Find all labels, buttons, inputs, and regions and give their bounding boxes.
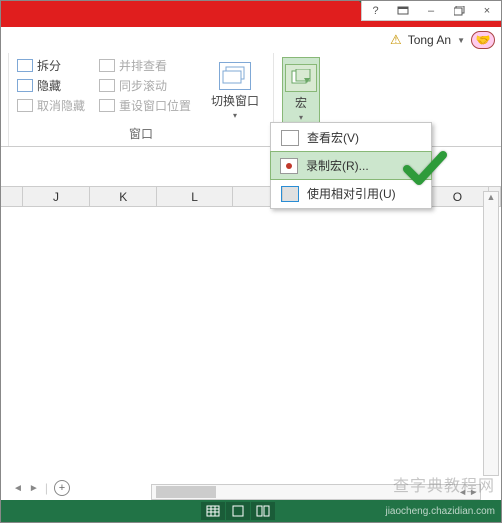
tab-scroll-left[interactable]: ◄ [13, 483, 23, 494]
switch-window-icon [219, 62, 251, 90]
record-macro-icon [280, 158, 298, 174]
cell[interactable] [297, 200, 298, 201]
hide-label: 隐藏 [37, 77, 61, 94]
sheet-tab-strip: ◄ ► | + [13, 480, 70, 496]
switch-window-button[interactable]: 切换窗口 ▾ [205, 57, 265, 125]
normal-view-button[interactable] [201, 502, 225, 520]
relative-ref-label: 使用相对引用(U) [307, 185, 396, 202]
user-name[interactable]: Tong An [408, 33, 451, 47]
help-button[interactable]: ? [361, 1, 389, 21]
column-header[interactable]: L [157, 187, 232, 206]
tab-scroll-right[interactable]: ► [29, 483, 39, 494]
column-header[interactable]: J [23, 187, 90, 206]
vscroll-up-arrow[interactable]: ▲ [484, 192, 498, 202]
reset-window-pos-button[interactable]: 重设窗口位置 [99, 97, 191, 114]
hscroll-left-arrow[interactable]: ◄ [458, 487, 467, 497]
record-macro-label: 录制宏(R)... [306, 157, 369, 174]
close-button[interactable]: × [473, 1, 501, 21]
switch-window-label: 切换窗口 [211, 92, 259, 109]
hide-button[interactable]: 隐藏 [17, 77, 85, 94]
restore-button[interactable] [445, 1, 473, 21]
status-bar [1, 500, 501, 522]
view-macros-icon [281, 130, 299, 146]
view-macros-label: 查看宏(V) [307, 129, 359, 146]
ribbon-display-options[interactable] [389, 1, 417, 21]
unhide-button[interactable]: 取消隐藏 [17, 97, 85, 114]
title-bar: ? – × [1, 1, 501, 27]
sync-scroll-button[interactable]: 同步滚动 [99, 77, 191, 94]
add-sheet-button[interactable]: + [54, 480, 70, 496]
page-layout-view-button[interactable] [226, 502, 250, 520]
view-macros-item[interactable]: 查看宏(V) [271, 123, 431, 152]
macros-icon [285, 64, 317, 92]
split-label: 拆分 [37, 57, 61, 74]
reset-pos-label: 重设窗口位置 [119, 97, 191, 114]
hscroll-right-arrow[interactable]: ► [469, 487, 478, 497]
window-group-label: 窗口 [17, 125, 265, 144]
split-button[interactable]: 拆分 [17, 57, 85, 74]
hscroll-thumb[interactable] [156, 486, 216, 498]
side-by-side-button[interactable]: 并排查看 [99, 57, 191, 74]
select-all-corner[interactable] [1, 187, 23, 206]
minimize-button[interactable]: – [417, 1, 445, 21]
side-by-side-label: 并排查看 [119, 57, 167, 74]
warning-icon: ⚠ [390, 32, 402, 48]
relative-ref-icon [281, 186, 299, 202]
window-group: 拆分 隐藏 取消隐藏 并排查看 同步滚动 重设窗口位置 切换窗口 ▾ 窗口 [9, 53, 274, 146]
chevron-down-icon: ▾ [233, 111, 237, 120]
column-header[interactable]: K [90, 187, 157, 206]
share-icon[interactable]: 🤝 [471, 31, 495, 49]
horizontal-scrollbar[interactable]: ◄► [151, 484, 481, 500]
macros-button[interactable]: 宏 ▾ [282, 57, 320, 128]
page-break-view-button[interactable] [251, 502, 275, 520]
unhide-label: 取消隐藏 [37, 97, 85, 114]
user-dropdown-arrow[interactable]: ▼ [457, 36, 465, 45]
vertical-scrollbar[interactable]: ▲ [483, 191, 499, 476]
account-bar: ⚠ Tong An ▼ 🤝 [1, 27, 501, 53]
annotation-checkmark [403, 151, 447, 192]
macros-label: 宏 [295, 94, 307, 111]
sync-scroll-label: 同步滚动 [119, 77, 167, 94]
chevron-down-icon: ▾ [299, 113, 303, 122]
